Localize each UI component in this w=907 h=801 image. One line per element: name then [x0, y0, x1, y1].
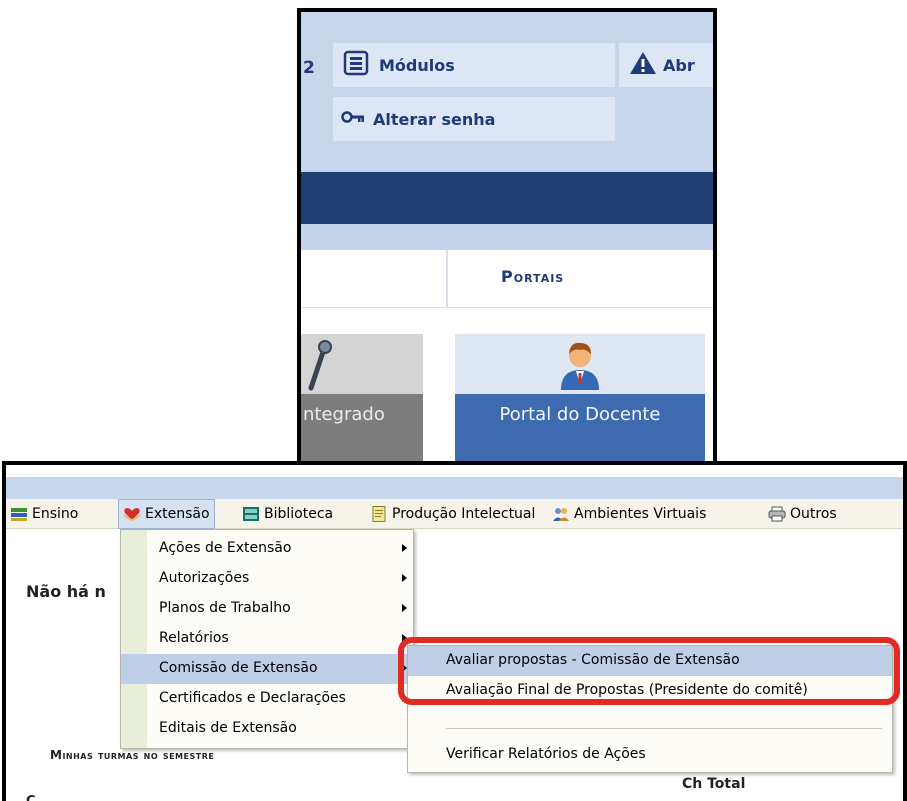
- dropdown-item-comissao-de-extensao[interactable]: Comissão de Extensão: [121, 654, 413, 684]
- dropdown-item-label: Certificados e Declarações: [159, 690, 346, 706]
- menu-ambientes-virtuais[interactable]: Ambientes Virtuais: [552, 499, 706, 529]
- zoomed-header-panel: 2 Módulos Abr Alterar senha Portais nteg…: [297, 8, 717, 470]
- menu-outros-label: Outros: [790, 506, 837, 522]
- menu-outros[interactable]: Outros: [768, 499, 837, 529]
- nav-band-dark: [301, 172, 713, 224]
- submenu-separator: [446, 728, 882, 729]
- submenu-arrow-icon: [402, 544, 407, 552]
- column-header-ch-total: Ch Total: [682, 776, 746, 792]
- menu-producao-intelectual[interactable]: Produção Intelectual: [370, 499, 535, 529]
- tile-portal-docente-label: Portal do Docente: [499, 404, 661, 425]
- submenu-arrow-icon: [402, 574, 407, 582]
- dropdown-item-editais-de-extensao[interactable]: Editais de Extensão: [121, 714, 413, 744]
- dropdown-item-certificados-e-declaracoes[interactable]: Certificados e Declarações: [121, 684, 413, 714]
- dropdown-item-label: Planos de Trabalho: [159, 600, 291, 616]
- teacher-avatar-icon: [557, 338, 603, 396]
- dropdown-item-label: Autorizações: [159, 570, 250, 586]
- warning-icon: [629, 51, 657, 79]
- tools-icon: [307, 338, 335, 396]
- printer-icon: [768, 506, 786, 522]
- submenu-item-verificar-relatorios[interactable]: Verificar Relatórios de Ações: [408, 740, 892, 770]
- submenu-arrow-icon: [402, 604, 407, 612]
- alterar-senha-label: Alterar senha: [373, 109, 496, 129]
- menu-screenshot-panel: Ensino Extensão Biblioteca Produção Inte…: [2, 461, 907, 801]
- alterar-senha-link[interactable]: Alterar senha: [333, 97, 615, 141]
- library-icon: [242, 506, 260, 522]
- menu-biblioteca-label: Biblioteca: [264, 506, 334, 522]
- key-icon: [341, 109, 365, 129]
- dropdown-item-autorizacoes[interactable]: Autorizações: [121, 564, 413, 594]
- dropdown-item-planos-de-trabalho[interactable]: Planos de Trabalho: [121, 594, 413, 624]
- top-strip: [6, 477, 903, 499]
- abr-link[interactable]: Abr: [619, 43, 713, 87]
- tab-separator: [446, 250, 448, 308]
- menu-biblioteca[interactable]: Biblioteca: [242, 499, 333, 529]
- empty-state-text: Não há n: [26, 582, 106, 601]
- tile-integrado-label: ntegrado: [303, 404, 385, 425]
- heart-hands-icon: [123, 506, 141, 522]
- tab-portais[interactable]: Portais: [501, 267, 564, 286]
- modules-icon: [343, 50, 369, 80]
- extensao-dropdown: Ações de Extensão Autorizações Planos de…: [120, 529, 414, 749]
- dropdown-item-acoes-de-extensao[interactable]: Ações de Extensão: [121, 534, 413, 564]
- menu-extensao[interactable]: Extensão: [118, 499, 215, 529]
- menubar: Ensino Extensão Biblioteca Produção Inte…: [6, 499, 903, 529]
- dropdown-item-label: Ações de Extensão: [159, 540, 292, 556]
- modulos-label: Módulos: [379, 55, 455, 75]
- menu-ensino-label: Ensino: [32, 506, 79, 522]
- menu-producao-intelectual-label: Produção Intelectual: [392, 506, 536, 522]
- dropdown-item-label: Comissão de Extensão: [159, 660, 318, 676]
- document-icon: [370, 506, 388, 522]
- table-cut-text: C: [26, 794, 36, 801]
- dropdown-item-relatorios[interactable]: Relatórios: [121, 624, 413, 654]
- abr-label: Abr: [663, 55, 695, 75]
- menu-ambientes-virtuais-label: Ambientes Virtuais: [574, 506, 707, 522]
- people-icon: [552, 506, 570, 522]
- menu-ensino[interactable]: Ensino: [10, 499, 78, 529]
- modulos-link[interactable]: Módulos: [333, 43, 615, 87]
- header-cut-number: 2: [303, 58, 315, 78]
- annotation-highlight-box: [398, 637, 900, 705]
- section-title-minhas-turmas: Minhas turmas no semestre: [50, 748, 215, 762]
- menu-extensao-label: Extensão: [145, 506, 210, 522]
- header-strip: [301, 12, 713, 170]
- dropdown-item-label: Editais de Extensão: [159, 720, 297, 736]
- books-icon: [10, 506, 28, 522]
- dropdown-item-label: Relatórios: [159, 630, 229, 646]
- submenu-item-label: Verificar Relatórios de Ações: [446, 746, 646, 762]
- nav-band-sub: [301, 224, 713, 250]
